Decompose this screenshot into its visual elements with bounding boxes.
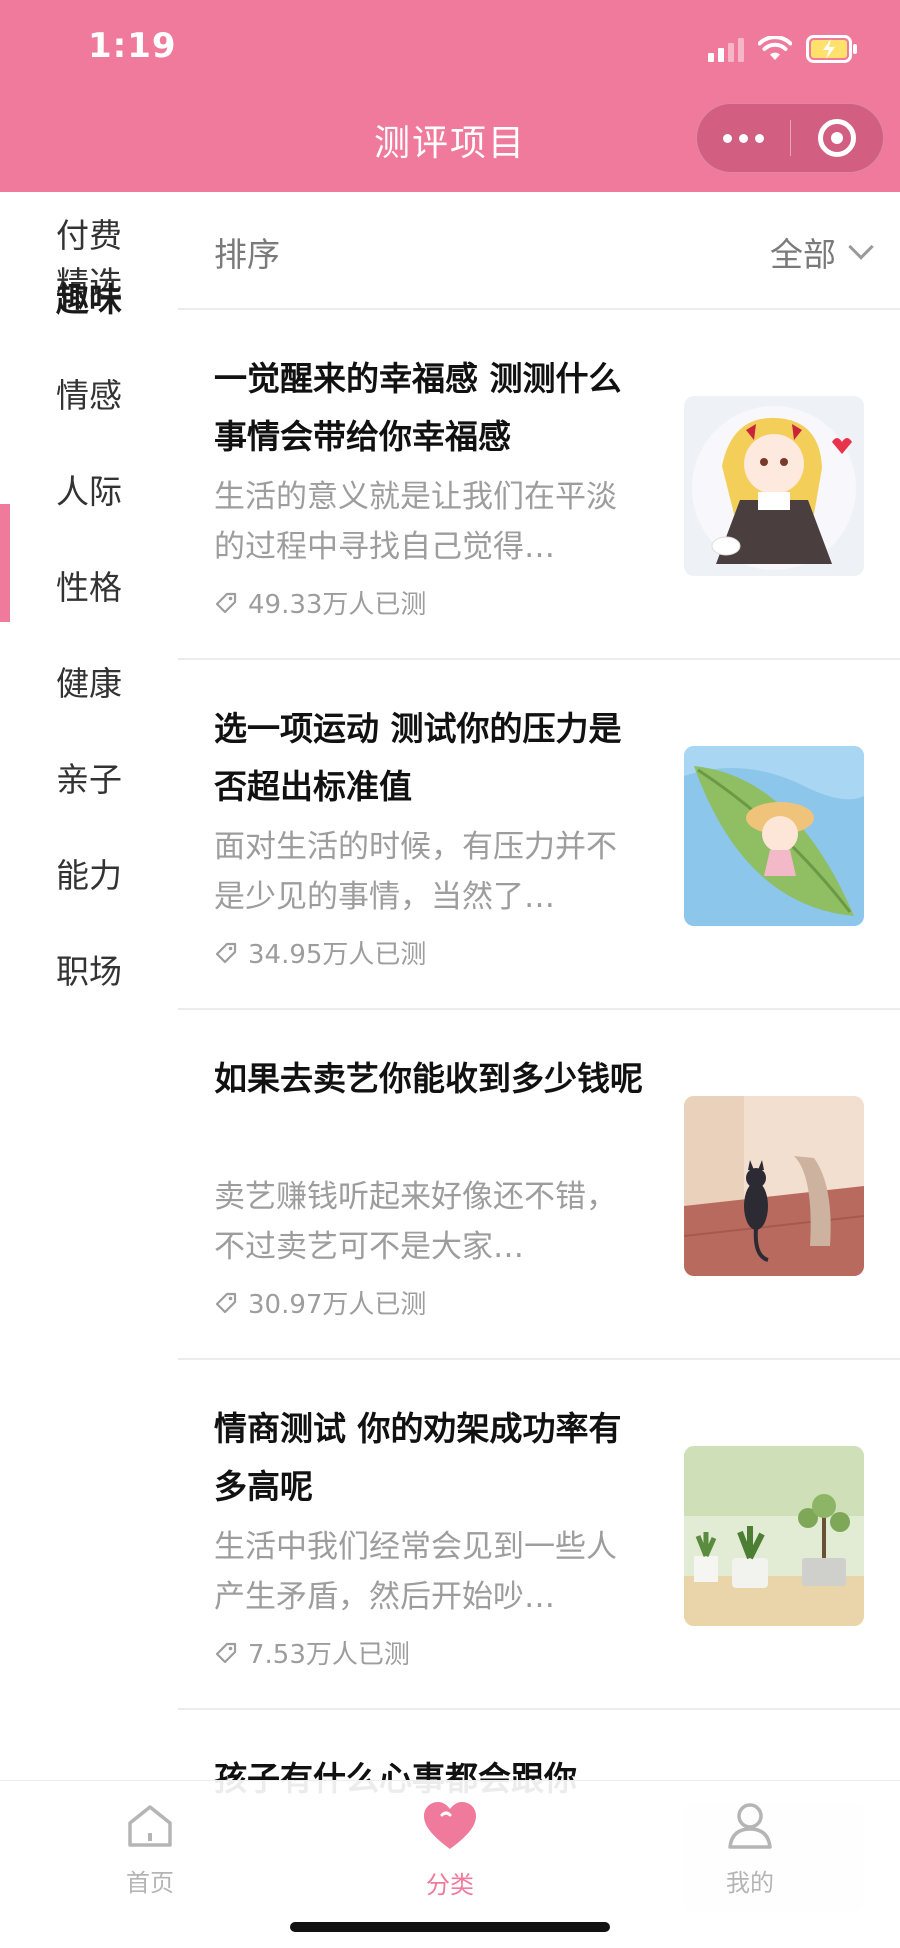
sidebar-item-label: 性格 <box>56 568 122 607</box>
item-participants: 7.53万人已测 <box>214 1634 410 1671</box>
filter-dropdown[interactable]: 全部 <box>770 228 874 276</box>
list-item[interactable]: 如果去卖艺你能收到多少钱呢 卖艺赚钱听起来好像还不错，不过卖艺可不是大家… 30… <box>178 1012 900 1360</box>
sidebar-item-social[interactable]: 人际 <box>0 468 178 516</box>
item-description: 生活中我们经常会见到一些人产生矛盾，然后开始吵… <box>214 1529 617 1615</box>
tag-icon <box>214 1291 238 1315</box>
chevron-down-icon <box>848 234 874 260</box>
tab-label: 首页 <box>126 1869 174 1897</box>
tab-label: 分类 <box>426 1871 474 1899</box>
item-thumbnail <box>684 1446 864 1626</box>
participant-count: 7.53万人已测 <box>248 1640 410 1670</box>
sidebar-item-label: 亲子 <box>56 760 122 799</box>
mini-program-capsule <box>696 103 884 173</box>
sidebar-item-label: 健康 <box>56 664 122 703</box>
more-button[interactable] <box>697 104 790 172</box>
sidebar-item-parenting[interactable]: 亲子 <box>0 756 178 804</box>
sidebar-item-label: 趣味 <box>56 280 122 319</box>
tag-icon <box>214 941 238 965</box>
sidebar-item-emotion[interactable]: 情感 <box>0 372 178 420</box>
sidebar-item-label: 能力 <box>56 856 122 895</box>
tab-category[interactable]: 分类 <box>350 1799 550 1900</box>
list-item[interactable]: 选一项运动 测试你的压力是否超出标准值 面对生活的时候，有压力并不是少见的事情，… <box>178 662 900 1010</box>
sort-bar: 排序 全部 <box>178 192 900 310</box>
item-participants: 30.97万人已测 <box>214 1284 426 1321</box>
item-participants: 34.95万人已测 <box>214 934 426 971</box>
item-thumbnail <box>684 746 864 926</box>
signal-icon <box>708 36 744 62</box>
list-item[interactable]: 一觉醒来的幸福感 测测什么事情会带给你幸福感 生活的意义就是让我们在平淡的过程中… <box>178 312 900 660</box>
item-thumbnail <box>684 396 864 576</box>
sidebar-item-ability[interactable]: 能力 <box>0 852 178 900</box>
item-title: 选一项运动 测试你的压力是否超出标准值 <box>214 709 622 806</box>
participant-count: 30.97万人已测 <box>248 1290 427 1320</box>
sidebar-item-label: 人际 <box>56 472 122 511</box>
item-participants: 49.33万人已测 <box>214 584 426 621</box>
target-close-icon <box>817 119 856 157</box>
sidebar-item-label: 职场 <box>56 952 122 991</box>
item-description: 卖艺赚钱听起来好像还不错，不过卖艺可不是大家… <box>214 1179 617 1265</box>
filter-label: 全部 <box>770 235 836 274</box>
category-sidebar: 付费精选 趣味 情感 人际 性格 健康 亲子 能力 职场 <box>0 192 178 1812</box>
sort-button[interactable]: 排序 <box>214 228 280 276</box>
participant-count: 49.33万人已测 <box>248 590 427 620</box>
navigation-header: 1:19 测评项目 <box>0 0 900 192</box>
tab-label: 我的 <box>726 1869 774 1897</box>
list-item[interactable]: 情商测试 你的劝架成功率有多高呢 生活中我们经常会见到一些人产生矛盾，然后开始吵… <box>178 1362 900 1710</box>
item-description: 生活的意义就是让我们在平淡的过程中寻找自己觉得… <box>214 479 617 565</box>
sidebar-item-workplace[interactable]: 职场 <box>0 948 178 996</box>
sidebar-item-fun[interactable]: 趣味 <box>0 276 178 324</box>
tab-profile[interactable]: 我的 <box>650 1799 850 1898</box>
heart-icon <box>420 1799 480 1857</box>
status-icons <box>708 32 858 66</box>
tag-icon <box>214 1641 238 1665</box>
sidebar-item-health[interactable]: 健康 <box>0 660 178 708</box>
home-icon <box>124 1799 176 1855</box>
battery-icon <box>806 35 858 63</box>
user-icon <box>724 1799 776 1855</box>
item-description: 面对生活的时候，有压力并不是少见的事情，当然了… <box>214 829 617 915</box>
item-title: 情商测试 你的劝架成功率有多高呢 <box>214 1409 622 1506</box>
wifi-icon <box>758 36 792 62</box>
sidebar-item-personality[interactable]: 性格 <box>0 564 178 612</box>
tag-icon <box>214 591 238 615</box>
item-thumbnail <box>684 1096 864 1276</box>
participant-count: 34.95万人已测 <box>248 940 427 970</box>
close-button[interactable] <box>791 104 884 172</box>
status-time: 1:19 <box>88 26 177 66</box>
item-title: 一觉醒来的幸福感 测测什么事情会带给你幸福感 <box>214 359 622 456</box>
sidebar-item-label: 情感 <box>56 376 122 415</box>
more-dots-icon <box>722 133 764 143</box>
tab-home[interactable]: 首页 <box>50 1799 250 1898</box>
item-title: 如果去卖艺你能收到多少钱呢 <box>214 1059 643 1098</box>
home-indicator[interactable] <box>290 1922 610 1932</box>
